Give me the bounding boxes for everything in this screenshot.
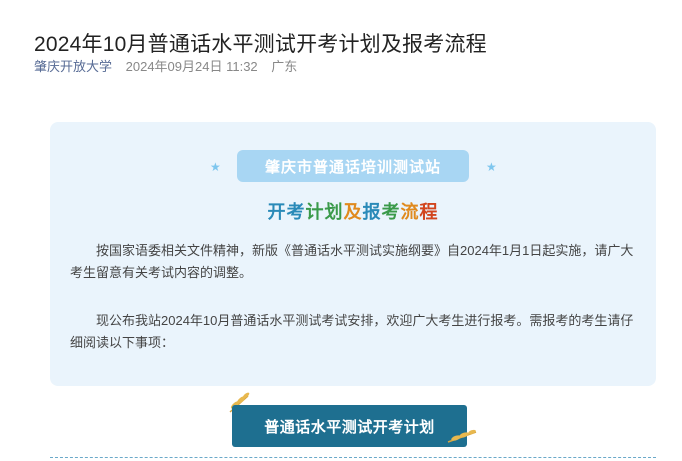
- subtitle-char: 开: [267, 202, 287, 222]
- account-name-link[interactable]: 肇庆开放大学: [34, 59, 112, 74]
- article-title: 2024年10月普通话水平测试开考计划及报考流程: [34, 33, 487, 57]
- station-banner: 肇庆市普通话培训测试站: [237, 150, 469, 182]
- plan-section-button: 普通话水平测试开考计划: [232, 405, 467, 447]
- intro-paragraph-2: 现公布我站2024年10月普通话水平测试考试安排，欢迎广大考生进行报考。需报考的…: [70, 313, 634, 350]
- subtitle-char: 及: [343, 202, 363, 222]
- star-icon: ★: [210, 160, 221, 174]
- intro-card: ★ 肇庆市普通话培训测试站 ★ 开考计划及报考流程 按国家语委相关文件精神，新版…: [50, 122, 656, 386]
- section-divider: [50, 457, 656, 458]
- article-meta: 肇庆开放大学 2024年09月24日 11:32 广东: [34, 56, 297, 75]
- star-icon: ★: [486, 160, 497, 174]
- subtitle-char: 流: [400, 202, 420, 222]
- subtitle-char: 程: [419, 202, 439, 222]
- subtitle-char: 考: [381, 202, 401, 222]
- publish-location: 广东: [271, 59, 298, 74]
- leaf-decoration-icon: [447, 429, 477, 443]
- subtitle-char: 划: [324, 202, 344, 222]
- subtitle-char: 报: [362, 202, 382, 222]
- publish-time: 2024年09月24日 11:32: [125, 59, 258, 74]
- subtitle-char: 考: [286, 202, 306, 222]
- card-subtitle: 开考计划及报考流程: [50, 198, 656, 224]
- intro-paragraph-1: 按国家语委相关文件精神，新版《普通话水平测试实施纲要》自2024年1月1日起实施…: [70, 243, 634, 280]
- subtitle-char: 计: [305, 202, 325, 222]
